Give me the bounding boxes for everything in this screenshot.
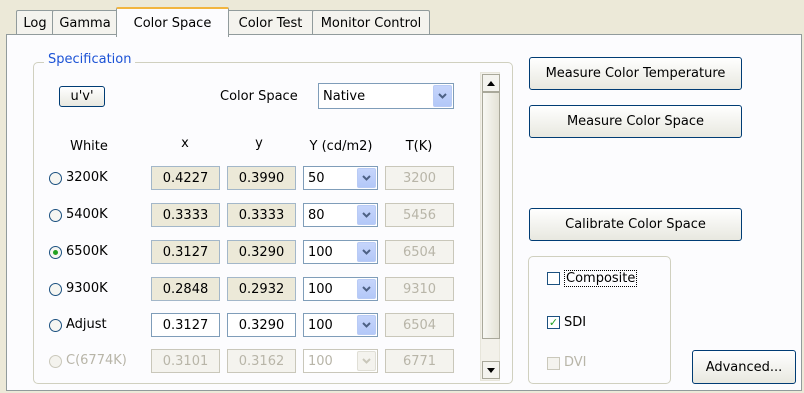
field-x-c6774k: 0.3101 bbox=[151, 349, 220, 373]
select-Y-adjust[interactable]: 100 bbox=[303, 313, 378, 337]
radio-3200k[interactable] bbox=[49, 172, 62, 185]
chevron-down-icon bbox=[357, 168, 376, 188]
field-x-3200k: 0.4227 bbox=[151, 166, 220, 190]
select-Y-c6774k: 100 bbox=[303, 349, 378, 373]
scroll-thumb[interactable] bbox=[482, 92, 500, 339]
label-5400k: 5400K bbox=[66, 207, 108, 222]
field-y-adjust[interactable]: 0.3290 bbox=[227, 313, 296, 337]
uv-button[interactable]: u'v' bbox=[59, 86, 105, 107]
dvi-checkbox bbox=[547, 357, 560, 370]
Y-value-c6774k: 100 bbox=[308, 353, 333, 369]
select-Y-6500k[interactable]: 100 bbox=[303, 240, 378, 264]
field-T-6500k: 6504 bbox=[385, 240, 454, 264]
field-T-adjust: 6504 bbox=[385, 313, 454, 337]
label-9300k: 9300K bbox=[66, 281, 108, 296]
measure-color-space-button[interactable]: Measure Color Space bbox=[529, 105, 742, 138]
sdi-checkbox[interactable]: ✓ bbox=[547, 316, 560, 329]
scroll-down-icon[interactable] bbox=[482, 361, 500, 379]
tab-color-space[interactable]: Color Space bbox=[116, 7, 229, 37]
header-white: White bbox=[70, 139, 108, 154]
tab-color-test[interactable]: Color Test bbox=[227, 10, 314, 35]
field-T-3200k: 3200 bbox=[385, 166, 454, 190]
tab-monitor-control[interactable]: Monitor Control bbox=[312, 10, 430, 35]
field-y-5400k: 0.3333 bbox=[227, 203, 296, 227]
Y-value-3200k: 50 bbox=[308, 170, 325, 186]
color-space-select[interactable]: Native bbox=[318, 83, 454, 109]
tab-log[interactable]: Log bbox=[16, 10, 54, 35]
field-y-3200k: 0.3990 bbox=[227, 166, 296, 190]
sdi-label: SDI bbox=[564, 315, 587, 330]
header-x: x bbox=[181, 136, 189, 151]
radio-5400k[interactable] bbox=[49, 209, 62, 222]
radio-selected-dot bbox=[53, 250, 58, 255]
chevron-down-icon bbox=[357, 242, 376, 262]
tab-bar: Log Gamma Color Space Color Test Monitor… bbox=[0, 0, 804, 37]
tab-gamma[interactable]: Gamma bbox=[52, 10, 118, 35]
field-y-6500k: 0.3290 bbox=[227, 240, 296, 264]
measure-color-temperature-button[interactable]: Measure Color Temperature bbox=[529, 57, 742, 90]
Y-value-9300k: 100 bbox=[308, 281, 333, 297]
chevron-down-icon bbox=[357, 205, 376, 225]
field-x-5400k: 0.3333 bbox=[151, 203, 220, 227]
header-y: y bbox=[255, 136, 263, 151]
field-y-c6774k: 0.3162 bbox=[227, 349, 296, 373]
field-T-c6774k: 6771 bbox=[385, 349, 454, 373]
composite-checkbox[interactable] bbox=[547, 272, 560, 285]
composite-label: Composite bbox=[564, 270, 638, 287]
label-adjust: Adjust bbox=[66, 317, 107, 332]
header-T: T(K) bbox=[405, 139, 433, 154]
vertical-scrollbar[interactable] bbox=[480, 72, 500, 381]
field-y-9300k: 0.2932 bbox=[227, 277, 296, 301]
scroll-up-icon[interactable] bbox=[482, 74, 500, 92]
field-x-adjust[interactable]: 0.3127 bbox=[151, 313, 220, 337]
field-x-9300k: 0.2848 bbox=[151, 277, 220, 301]
field-T-9300k: 9310 bbox=[385, 277, 454, 301]
select-Y-9300k[interactable]: 100 bbox=[303, 277, 378, 301]
chevron-down-icon bbox=[357, 351, 376, 371]
select-Y-3200k[interactable]: 50 bbox=[303, 166, 378, 190]
label-6500k: 6500K bbox=[66, 244, 108, 259]
chevron-down-icon bbox=[433, 85, 452, 107]
select-Y-5400k[interactable]: 80 bbox=[303, 203, 378, 227]
label-c6774k: C(6774K) bbox=[66, 353, 127, 368]
color-space-value: Native bbox=[323, 88, 366, 104]
calibrate-color-space-button[interactable]: Calibrate Color Space bbox=[529, 208, 742, 241]
radio-adjust[interactable] bbox=[49, 319, 62, 332]
dvi-label: DVI bbox=[564, 355, 587, 370]
radio-9300k[interactable] bbox=[49, 283, 62, 296]
advanced-button[interactable]: Advanced... bbox=[692, 350, 796, 384]
label-3200k: 3200K bbox=[66, 170, 108, 185]
chevron-down-icon bbox=[357, 315, 376, 335]
Y-value-adjust: 100 bbox=[308, 317, 333, 333]
field-x-6500k: 0.3127 bbox=[151, 240, 220, 264]
chevron-down-icon bbox=[357, 279, 376, 299]
field-T-5400k: 5456 bbox=[385, 203, 454, 227]
header-Y: Y (cd/m2) bbox=[309, 139, 373, 154]
radio-6500k[interactable] bbox=[49, 246, 62, 259]
Y-value-6500k: 100 bbox=[308, 244, 333, 260]
Y-value-5400k: 80 bbox=[308, 207, 325, 223]
specification-title: Specification bbox=[44, 52, 136, 67]
radio-c6774k bbox=[49, 355, 62, 368]
color-space-label: Color Space bbox=[220, 89, 298, 104]
